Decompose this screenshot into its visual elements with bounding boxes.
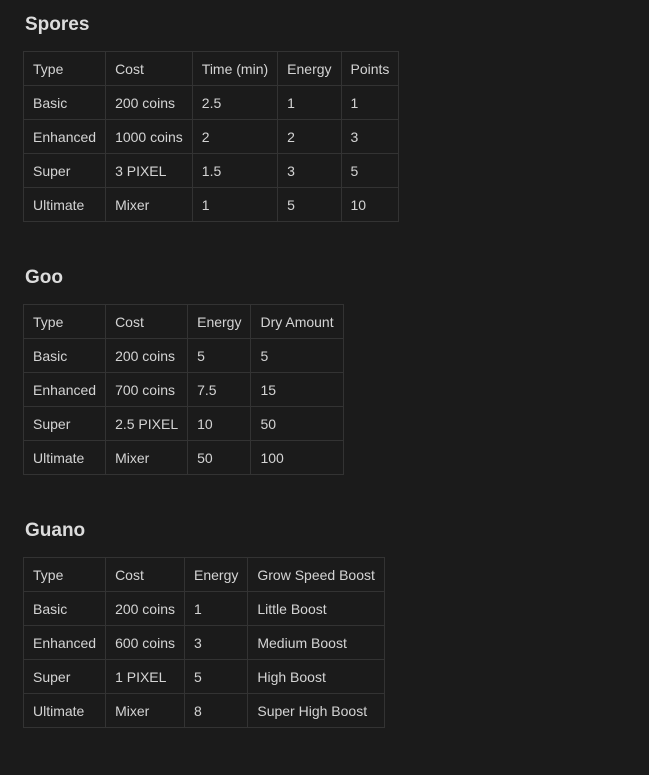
table-header-row: Type Cost Time (min) Energy Points	[22, 51, 400, 86]
table-cell: 700 coins	[105, 372, 189, 407]
table-cell: 50	[250, 406, 344, 441]
table-cell: 100	[250, 440, 344, 475]
table-cell: 3	[277, 153, 342, 188]
section-title: Spores	[25, 14, 90, 35]
header-cell: Type	[22, 557, 107, 592]
table-cell: 1	[183, 591, 249, 626]
table-row: Basic 200 coins 1 Little Boost	[22, 591, 385, 626]
table-cell: 1 PIXEL	[105, 659, 185, 694]
table-cell: Basic	[22, 85, 107, 120]
table-cell: 600 coins	[105, 625, 185, 660]
header-cell: Grow Speed Boost	[247, 557, 385, 592]
table-cell: Enhanced	[22, 119, 107, 154]
table-cell: 1000 coins	[105, 119, 193, 154]
table-cell: Enhanced	[22, 625, 107, 660]
table-cell: Super	[22, 406, 107, 441]
table-row: Super 1 PIXEL 5 High Boost	[22, 659, 385, 694]
goo-table: Type Cost Energy Dry Amount Basic 200 co…	[22, 304, 344, 475]
table-cell: Ultimate	[22, 693, 107, 728]
table-cell: Basic	[22, 591, 107, 626]
header-cell: Cost	[105, 557, 185, 592]
header-cell: Type	[22, 51, 107, 86]
table-cell: 2	[277, 119, 342, 154]
table-row: Ultimate Mixer 50 100	[22, 440, 344, 475]
table-row: Enhanced 1000 coins 2 2 3	[22, 119, 400, 154]
table-cell: 5	[183, 659, 249, 694]
table-cell: 3	[183, 625, 249, 660]
table-cell: 1	[340, 85, 400, 120]
table-cell: Super	[22, 659, 107, 694]
table-cell: 5	[340, 153, 400, 188]
header-cell: Energy	[183, 557, 249, 592]
header-cell: Type	[22, 304, 107, 339]
table-row: Basic 200 coins 2.5 1 1	[22, 85, 400, 120]
table-cell: 5	[187, 338, 252, 373]
table-cell: 10	[187, 406, 252, 441]
table-row: Enhanced 700 coins 7.5 15	[22, 372, 344, 407]
table-cell: 2.5 PIXEL	[105, 406, 189, 441]
section-title: Guano	[25, 520, 86, 541]
table-cell: Little Boost	[247, 591, 385, 626]
table-cell: 5	[250, 338, 344, 373]
header-cell: Points	[340, 51, 400, 86]
header-cell: Dry Amount	[250, 304, 344, 339]
table-cell: 10	[340, 187, 400, 222]
header-cell: Energy	[277, 51, 342, 86]
table-cell: High Boost	[247, 659, 385, 694]
table-header-row: Type Cost Energy Grow Speed Boost	[22, 557, 385, 592]
table-cell: 1	[277, 85, 342, 120]
table-cell: Enhanced	[22, 372, 107, 407]
table-cell: 5	[277, 187, 342, 222]
table-cell: Basic	[22, 338, 107, 373]
table-cell: 50	[187, 440, 252, 475]
table-row: Super 2.5 PIXEL 10 50	[22, 406, 344, 441]
table-cell: Ultimate	[22, 440, 107, 475]
table-row: Super 3 PIXEL 1.5 3 5	[22, 153, 400, 188]
table-cell: 200 coins	[105, 338, 189, 373]
table-cell: Super	[22, 153, 107, 188]
table-cell: Mixer	[105, 440, 189, 475]
table-cell: 7.5	[187, 372, 252, 407]
table-cell: 200 coins	[105, 591, 185, 626]
table-cell: 1.5	[191, 153, 279, 188]
table-cell: Mixer	[105, 693, 185, 728]
header-cell: Time (min)	[191, 51, 279, 86]
header-cell: Cost	[105, 304, 189, 339]
table-row: Enhanced 600 coins 3 Medium Boost	[22, 625, 385, 660]
table-cell: Super High Boost	[247, 693, 385, 728]
header-cell: Energy	[187, 304, 252, 339]
spores-table: Type Cost Time (min) Energy Points Basic…	[22, 51, 400, 222]
table-row: Ultimate Mixer 1 5 10	[22, 187, 400, 222]
table-header-row: Type Cost Energy Dry Amount	[22, 304, 344, 339]
table-cell: Medium Boost	[247, 625, 385, 660]
table-cell: 3 PIXEL	[105, 153, 193, 188]
table-cell: 1	[191, 187, 279, 222]
table-cell: Mixer	[105, 187, 193, 222]
table-cell: 200 coins	[105, 85, 193, 120]
guano-table: Type Cost Energy Grow Speed Boost Basic …	[22, 557, 385, 728]
table-cell: 3	[340, 119, 400, 154]
table-cell: 2	[191, 119, 279, 154]
table-cell: Ultimate	[22, 187, 107, 222]
table-cell: 8	[183, 693, 249, 728]
header-cell: Cost	[105, 51, 193, 86]
table-cell: 2.5	[191, 85, 279, 120]
table-row: Ultimate Mixer 8 Super High Boost	[22, 693, 385, 728]
table-row: Basic 200 coins 5 5	[22, 338, 344, 373]
table-cell: 15	[250, 372, 344, 407]
section-title: Goo	[25, 267, 63, 288]
